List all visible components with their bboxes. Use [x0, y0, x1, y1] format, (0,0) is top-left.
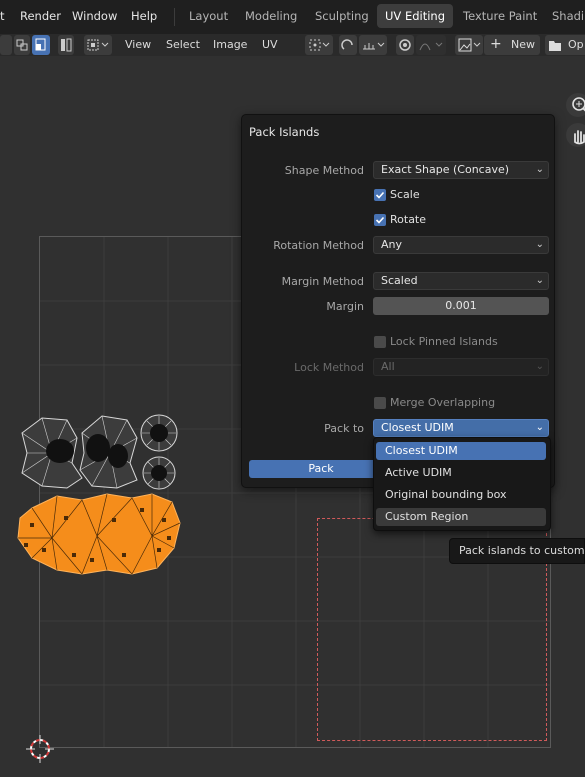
pack-to-menu: Closest UDIM Active UDIM Original boundi…: [373, 437, 551, 531]
margin-field[interactable]: 0.001: [373, 297, 549, 315]
rotation-method-dropdown[interactable]: Any ⌄: [373, 236, 549, 254]
chevron-down-icon: ⌄: [535, 239, 544, 250]
top-menu-bar: t Render Window Help Layout Modeling Scu…: [0, 0, 585, 34]
tab-uv-editing[interactable]: UV Editing: [377, 4, 453, 28]
merge-overlapping-checkbox[interactable]: [374, 397, 386, 409]
menu-item-active-udim[interactable]: Active UDIM: [376, 464, 546, 482]
merge-overlapping-label: Merge Overlapping: [390, 396, 496, 409]
lock-method-value: All: [381, 360, 395, 373]
open-image-button[interactable]: Op: [545, 35, 585, 55]
pan-hand-icon[interactable]: [566, 123, 585, 147]
menu-view[interactable]: View: [125, 38, 151, 51]
lock-method-dropdown[interactable]: All ⌄: [373, 358, 549, 376]
shape-method-dropdown[interactable]: Exact Shape (Concave) ⌄: [373, 161, 549, 179]
menu-help[interactable]: Help: [131, 9, 157, 23]
select-mode-edge-icon[interactable]: [14, 35, 30, 55]
rotate-checkbox[interactable]: [374, 214, 386, 226]
menu-image[interactable]: Image: [213, 38, 247, 51]
rotation-method-label: Rotation Method: [273, 239, 364, 252]
shape-method-label: Shape Method: [284, 164, 364, 177]
cursor-2d-icon: [26, 735, 54, 763]
snap-icon[interactable]: [359, 35, 387, 55]
menu-select[interactable]: Select: [166, 38, 200, 51]
menu-item-custom-region[interactable]: Custom Region: [376, 508, 546, 526]
tooltip: Pack islands to custom: [449, 538, 585, 564]
new-label: New: [511, 38, 535, 51]
uv-sync-icon[interactable]: [339, 35, 357, 55]
falloff-icon[interactable]: [416, 35, 446, 55]
margin-method-label: Margin Method: [281, 275, 364, 288]
menu-item-original-bounding-box[interactable]: Original bounding box: [376, 486, 546, 504]
menu-render[interactable]: Render: [20, 9, 61, 23]
menu-item-closest-udim[interactable]: Closest UDIM: [376, 442, 546, 460]
tab-layout[interactable]: Layout: [181, 4, 236, 28]
margin-label: Margin: [326, 300, 364, 313]
rotate-label: Rotate: [390, 213, 427, 226]
shape-method-value: Exact Shape (Concave): [381, 163, 510, 176]
pack-button[interactable]: Pack: [249, 460, 393, 478]
unselected-islands: [21, 414, 178, 490]
menu-window[interactable]: Window: [72, 9, 117, 23]
proportional-edit-icon[interactable]: [396, 35, 414, 55]
new-image-button[interactable]: + New: [484, 35, 540, 55]
menu-uv[interactable]: UV: [262, 38, 278, 51]
scale-label: Scale: [390, 188, 420, 201]
lock-pinned-checkbox[interactable]: [374, 336, 386, 348]
panel-title: Pack Islands: [249, 125, 320, 139]
margin-method-value: Scaled: [381, 274, 418, 287]
plus-icon: +: [490, 36, 502, 52]
select-mode-vertex-icon[interactable]: [0, 35, 12, 55]
chevron-down-icon: ⌄: [535, 422, 544, 433]
pack-islands-panel: Pack Islands Shape Method Exact Shape (C…: [241, 114, 555, 488]
folder-icon: [549, 41, 561, 51]
pack-to-label: Pack to: [324, 422, 364, 435]
scale-checkbox[interactable]: [374, 189, 386, 201]
divider: [174, 8, 175, 26]
chevron-down-icon: ⌄: [535, 275, 544, 286]
tab-shading[interactable]: Shadi: [544, 4, 585, 28]
image-browse-icon[interactable]: [455, 35, 483, 55]
uv-editor-header: View Select Image UV + New Op: [0, 34, 585, 56]
margin-method-dropdown[interactable]: Scaled ⌄: [373, 272, 549, 290]
tab-modeling[interactable]: Modeling: [237, 4, 305, 28]
select-mode-face-icon[interactable]: [32, 35, 50, 55]
open-label: Op: [568, 38, 584, 51]
selected-islands: [17, 493, 181, 575]
lock-method-label: Lock Method: [294, 361, 364, 374]
sticky-select-icon[interactable]: [58, 35, 74, 55]
pivot-point-icon[interactable]: [305, 35, 333, 55]
select-box-icon[interactable]: [84, 35, 112, 55]
lock-pinned-label: Lock Pinned Islands: [390, 335, 498, 348]
pack-to-value: Closest UDIM: [381, 421, 454, 434]
pack-to-dropdown[interactable]: Closest UDIM ⌄: [373, 419, 549, 437]
uv-islands[interactable]: [12, 408, 192, 580]
chevron-down-icon: ⌄: [535, 164, 544, 175]
menu-edit[interactable]: t: [0, 9, 5, 23]
zoom-in-icon[interactable]: [566, 93, 585, 117]
rotation-method-value: Any: [381, 238, 403, 251]
tab-sculpting[interactable]: Sculpting: [307, 4, 377, 28]
chevron-down-icon: ⌄: [535, 361, 544, 372]
tab-texture-paint[interactable]: Texture Paint: [455, 4, 545, 28]
